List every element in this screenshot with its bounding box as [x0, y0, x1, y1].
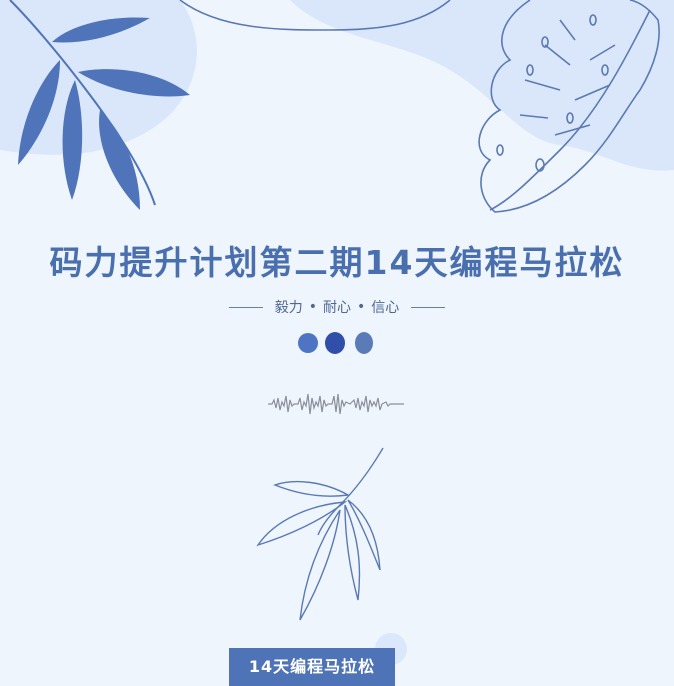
marathon-badge: 14天编程马拉松 — [229, 648, 395, 686]
motto-separator: • — [357, 299, 366, 315]
soundwave-line — [268, 393, 404, 415]
top-right-blob — [290, 0, 674, 171]
dot-1 — [298, 333, 318, 353]
three-dots-decoration — [298, 332, 373, 354]
dot-3 — [355, 332, 373, 354]
motto-word-confidence: 信心 — [371, 300, 400, 316]
motto-separator: • — [308, 299, 317, 315]
motto-line: 毅力 • 耐心 • 信心 — [0, 296, 674, 318]
motto-word-perseverance: 毅力 — [274, 300, 303, 316]
motto-word-patience: 耐心 — [323, 300, 351, 316]
outline-leaf-branch — [256, 447, 384, 621]
divider-left — [228, 306, 263, 308]
dot-2 — [325, 332, 345, 354]
divider-right — [411, 306, 446, 308]
poster-title: 码力提升计划第二期14天编程马拉松 — [49, 243, 625, 282]
